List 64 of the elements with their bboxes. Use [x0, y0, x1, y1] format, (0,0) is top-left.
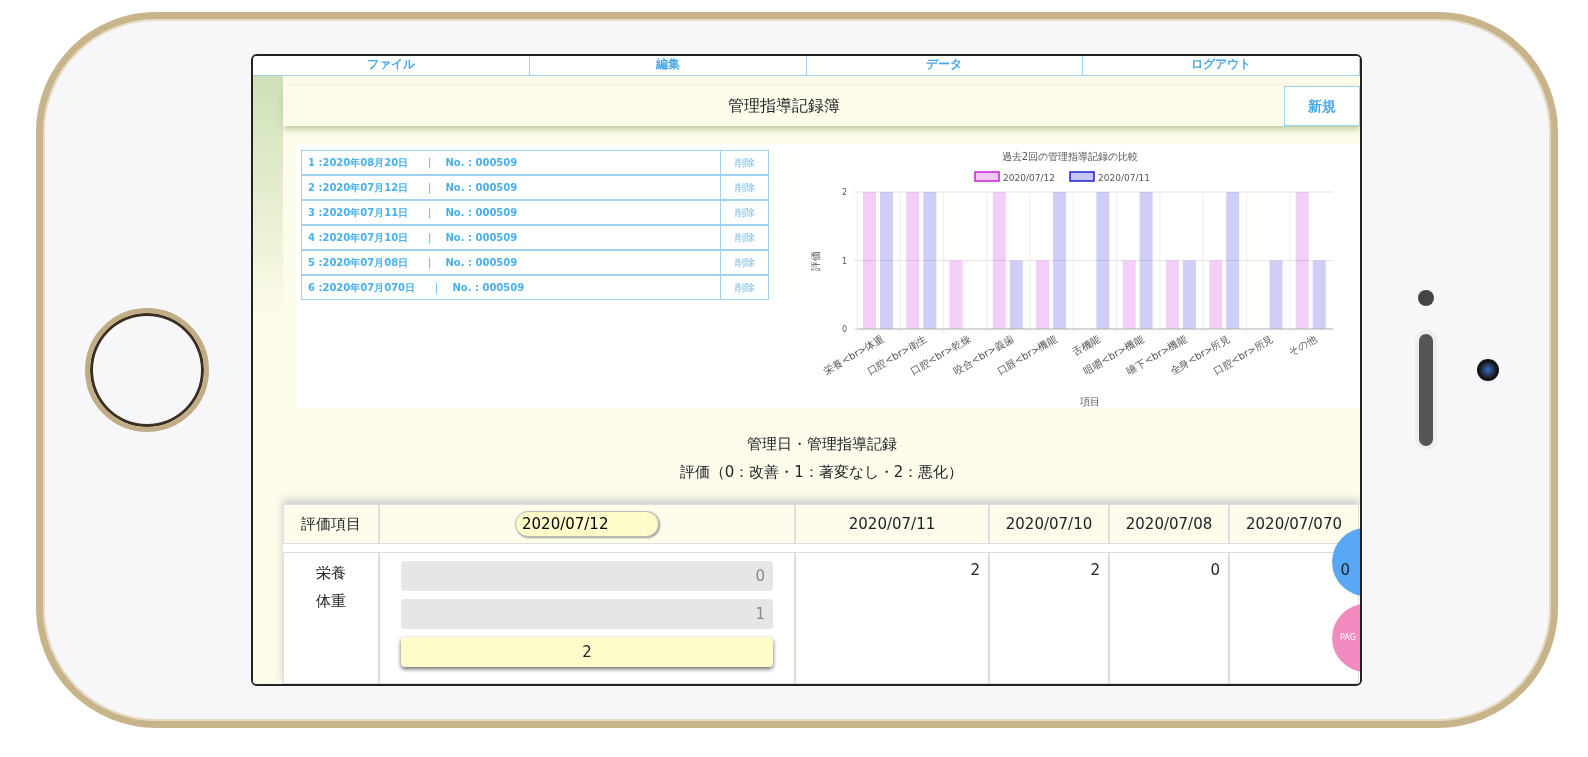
separator-text: |: [427, 181, 433, 196]
chart-bar: [949, 260, 963, 329]
axis-tick-label: 2: [841, 188, 847, 197]
table-header: 2020/07/11: [795, 504, 989, 544]
rating-legend: 評価（0：改善・1：著変なし・2：悪化）: [283, 458, 1360, 486]
chart-bar: [1009, 260, 1023, 329]
rating-option[interactable]: 0: [401, 561, 773, 591]
chart-bar: [1036, 260, 1050, 329]
axis-category-label: 舌機能: [1070, 333, 1102, 358]
section-title: 管理日・管理指導記録: [745, 434, 898, 455]
table-cell: 2: [970, 561, 980, 579]
chart-bar: [1312, 260, 1326, 329]
record-number: No. : 000509: [445, 181, 519, 195]
new-button[interactable]: 新規: [1284, 86, 1360, 126]
axis-tick-label: 0: [841, 325, 847, 334]
table-cell: 2: [1090, 561, 1100, 579]
chart-bar: [1269, 260, 1283, 329]
camera-icon: [1476, 359, 1499, 381]
separator-text: |: [427, 256, 433, 271]
legend-label: 2020/07/11: [1098, 173, 1150, 183]
rating-option[interactable]: 1: [401, 599, 773, 629]
record-number: No. : 000509: [445, 231, 519, 245]
record-number: No. : 000509: [445, 256, 519, 270]
row-label: 体重: [315, 591, 347, 612]
axis-category-label: その他: [1286, 333, 1319, 358]
row-label: 栄養: [315, 563, 347, 584]
menu-tab[interactable]: 編集: [529, 56, 807, 76]
menu-tab[interactable]: データ: [806, 56, 1084, 76]
menu-tab[interactable]: ファイル: [253, 56, 530, 76]
chart-title: 過去2回の管理指導記録の比較: [1001, 151, 1139, 162]
chart-bar: [1182, 260, 1196, 329]
speaker-icon: [1414, 330, 1437, 450]
table-header: 評価項目: [283, 504, 379, 544]
record-link[interactable]: 5 :2020年07月08日: [302, 251, 415, 274]
rating-option[interactable]: 2: [401, 637, 773, 667]
table-header: 2020/07/070: [1229, 504, 1359, 544]
chart-bar: [1122, 260, 1136, 329]
record-link[interactable]: 3 :2020年07月11日: [302, 201, 415, 224]
record-number: No. : 000509: [445, 156, 519, 170]
separator-text: |: [427, 206, 433, 221]
table-header: 2020/07/08: [1109, 504, 1229, 544]
home-button[interactable]: [85, 308, 209, 432]
axis-title: 評価: [810, 250, 821, 271]
record-number: No. : 000509: [445, 206, 519, 220]
record-link[interactable]: 2 :2020年07月12日: [302, 176, 415, 199]
table-cell: 0: [1340, 561, 1350, 579]
separator-text: |: [427, 156, 433, 171]
camera-icon: [1417, 290, 1434, 306]
axis-tick-label: 1: [841, 256, 847, 266]
record-link[interactable]: 4 :2020年07月10日: [302, 226, 415, 249]
legend-label: 2020/07/12: [1003, 173, 1055, 183]
table-header: 2020/07/10: [989, 504, 1109, 544]
chart-bar: [1165, 260, 1179, 329]
separator-text: |: [434, 281, 440, 296]
axis-title: 項目: [1080, 396, 1100, 407]
page-title: 管理指導記録簿: [726, 95, 841, 117]
table-cell: 0: [1210, 561, 1220, 579]
menu-tab[interactable]: ログアウト: [1083, 56, 1360, 76]
record-link[interactable]: 1 :2020年08月20日: [302, 151, 415, 174]
record-link[interactable]: 6 :2020年07月070日: [302, 276, 422, 299]
separator-text: |: [427, 231, 433, 246]
chart-bar: [1209, 260, 1223, 329]
record-number: No. : 000509: [452, 281, 526, 295]
date-input[interactable]: 2020/07/12: [515, 511, 659, 537]
